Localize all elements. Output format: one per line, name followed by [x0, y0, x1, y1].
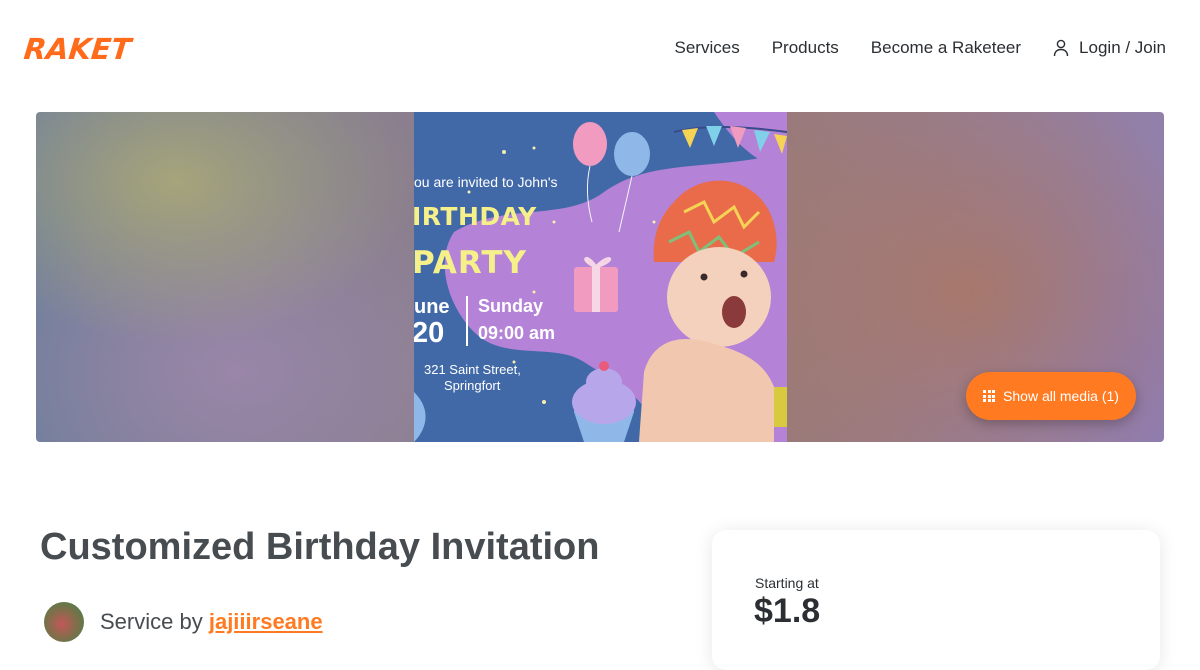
show-all-media-button[interactable]: Show all media (1) — [966, 372, 1136, 420]
nav-services[interactable]: Services — [675, 38, 740, 58]
login-join-link[interactable]: Login / Join — [1053, 38, 1166, 58]
pricing-card: Starting at $1.8 — [712, 530, 1160, 670]
main-nav: Services Products Become a Raketeer Logi… — [675, 38, 1166, 58]
raket-logo[interactable]: RAKET — [22, 32, 132, 66]
starting-at-label: Starting at — [755, 575, 819, 591]
seller-line: Service by jajiiirseane — [100, 609, 323, 635]
service-by-label: Service by — [100, 609, 203, 634]
listing-title: Customized Birthday Invitation — [40, 526, 600, 568]
seller-info: Service by jajiiirseane — [44, 602, 323, 642]
media-gallery[interactable]: ou are invited to John's IRTHDAY PARTY u… — [36, 112, 1164, 442]
login-join-label: Login / Join — [1079, 38, 1166, 57]
nav-products[interactable]: Products — [772, 38, 839, 58]
starting-price: $1.8 — [754, 592, 821, 630]
site-header: RAKET Services Products Become a Raketee… — [0, 0, 1200, 100]
user-icon — [1053, 39, 1069, 57]
birthday-invitation-image[interactable]: ou are invited to John's IRTHDAY PARTY u… — [414, 112, 787, 442]
seller-name-link[interactable]: jajiiirseane — [209, 609, 323, 634]
nav-become-raketeer[interactable]: Become a Raketeer — [871, 38, 1021, 58]
grid-icon — [983, 390, 996, 402]
show-all-media-label: Show all media (1) — [1003, 388, 1119, 404]
seller-avatar[interactable] — [44, 602, 84, 642]
